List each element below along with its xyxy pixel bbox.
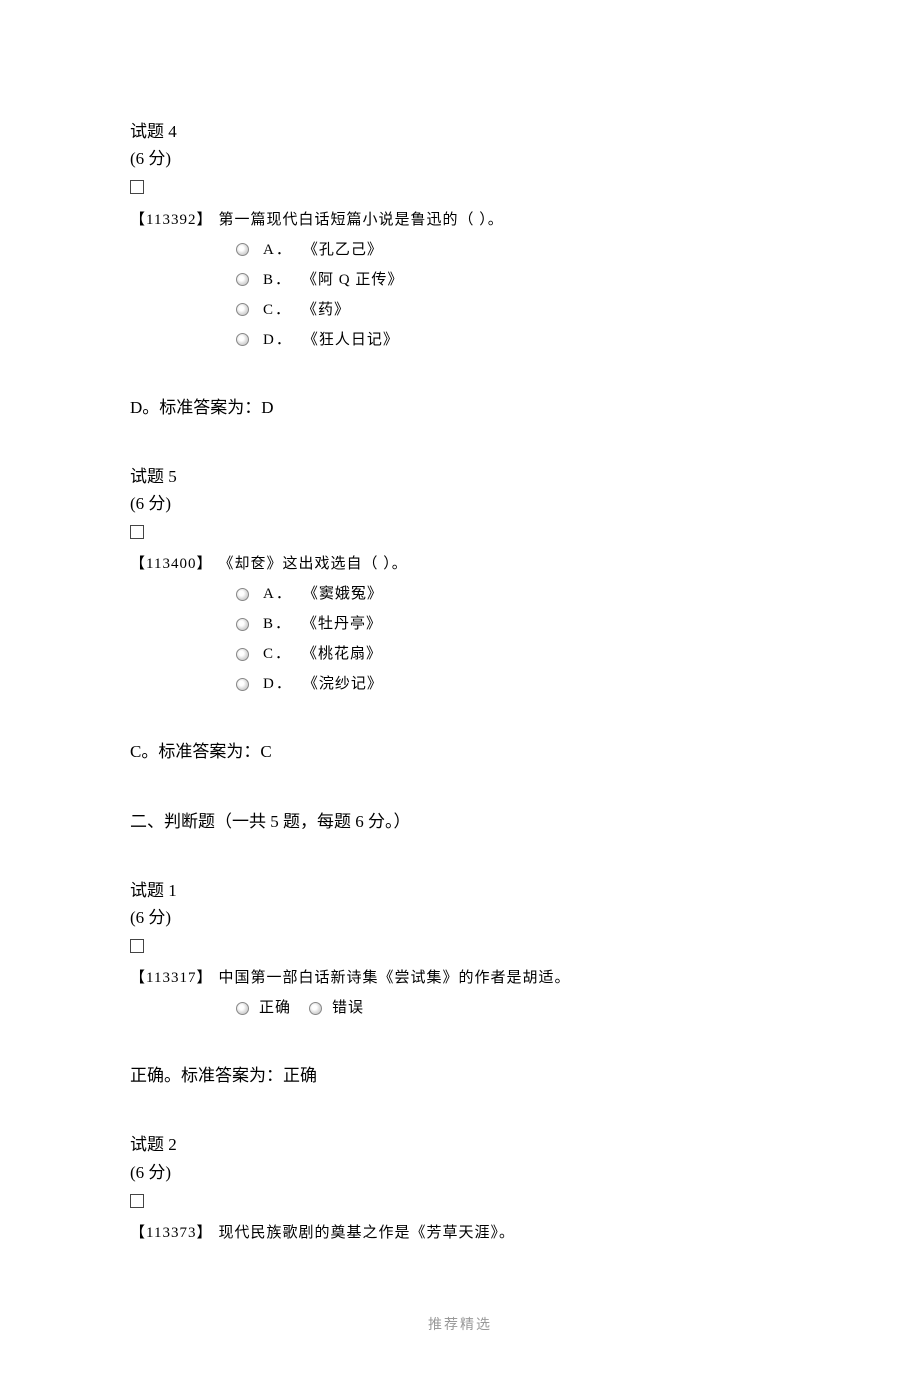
option-letter: D． xyxy=(263,328,293,352)
question-score: (6 分) xyxy=(130,490,790,517)
radio-icon[interactable] xyxy=(236,648,249,661)
option-text: 《窦娥冤》 xyxy=(303,582,383,606)
radio-icon[interactable] xyxy=(236,333,249,346)
question-text: 《却奁》这出戏选自（ ）。 xyxy=(218,552,407,576)
question-checkbox[interactable] xyxy=(130,180,144,194)
option-text: 《牡丹亭》 xyxy=(302,612,382,636)
radio-icon[interactable] xyxy=(309,1002,322,1015)
question-id: 【113373】 xyxy=(130,1221,212,1245)
option-text: 《药》 xyxy=(302,298,350,322)
question-label: 试题 1 xyxy=(130,877,790,904)
answer-line: C。标准答案为：C xyxy=(130,738,790,765)
radio-icon[interactable] xyxy=(236,273,249,286)
option-row: B． 《阿 Q 正传》 xyxy=(236,268,790,292)
question-text: 现代民族歌剧的奠基之作是《芳草天涯》。 xyxy=(218,1221,515,1245)
question-checkbox[interactable] xyxy=(130,525,144,539)
option-row: D． 《狂人日记》 xyxy=(236,328,790,352)
radio-icon[interactable] xyxy=(236,618,249,631)
radio-icon[interactable] xyxy=(236,243,249,256)
option-text: 《阿 Q 正传》 xyxy=(302,268,403,292)
question-text: 中国第一部白话新诗集《尝试集》的作者是胡适。 xyxy=(218,966,570,990)
question-id: 【113400】 xyxy=(130,552,212,576)
page-footer: 推荐精选 xyxy=(130,1315,790,1337)
question-id: 【113317】 xyxy=(130,966,212,990)
option-text: 《浣纱记》 xyxy=(303,672,383,696)
option-letter: C． xyxy=(263,298,292,322)
question-score: (6 分) xyxy=(130,904,790,931)
option-row: C． 《桃花扇》 xyxy=(236,642,790,666)
radio-icon[interactable] xyxy=(236,588,249,601)
answer-line: D。标准答案为：D xyxy=(130,394,790,421)
option-letter: A． xyxy=(263,238,293,262)
true-label: 正确 xyxy=(259,996,291,1020)
section-title: 二、判断题（一共 5 题，每题 6 分。） xyxy=(130,808,790,835)
radio-icon[interactable] xyxy=(236,303,249,316)
option-row: B． 《牡丹亭》 xyxy=(236,612,790,636)
page-content: 试题 4 (6 分) 【113392】 第一篇现代白话短篇小说是鲁迅的（ ）。 … xyxy=(0,0,920,1397)
option-text: 《桃花扇》 xyxy=(302,642,382,666)
question-row: 【113317】 中国第一部白话新诗集《尝试集》的作者是胡适。 xyxy=(130,966,790,990)
question-checkbox[interactable] xyxy=(130,1194,144,1208)
option-row: A． 《孔乙己》 xyxy=(236,238,790,262)
question-score: (6 分) xyxy=(130,1159,790,1186)
option-text: 《狂人日记》 xyxy=(303,328,399,352)
option-letter: C． xyxy=(263,642,292,666)
answer-line: 正确。标准答案为：正确 xyxy=(130,1062,790,1089)
question-score: (6 分) xyxy=(130,145,790,172)
option-row: D． 《浣纱记》 xyxy=(236,672,790,696)
question-row: 【113373】 现代民族歌剧的奠基之作是《芳草天涯》。 xyxy=(130,1221,790,1245)
radio-icon[interactable] xyxy=(236,1002,249,1015)
option-letter: B． xyxy=(263,612,292,636)
radio-icon[interactable] xyxy=(236,678,249,691)
question-row: 【113392】 第一篇现代白话短篇小说是鲁迅的（ ）。 xyxy=(130,208,790,232)
option-letter: A． xyxy=(263,582,293,606)
option-row: A． 《窦娥冤》 xyxy=(236,582,790,606)
question-text: 第一篇现代白话短篇小说是鲁迅的（ ）。 xyxy=(218,208,503,232)
option-text: 《孔乙己》 xyxy=(303,238,383,262)
option-letter: D． xyxy=(263,672,293,696)
question-label: 试题 4 xyxy=(130,118,790,145)
false-label: 错误 xyxy=(332,996,364,1020)
question-row: 【113400】 《却奁》这出戏选自（ ）。 xyxy=(130,552,790,576)
question-checkbox[interactable] xyxy=(130,939,144,953)
option-letter: B． xyxy=(263,268,292,292)
question-label: 试题 2 xyxy=(130,1131,790,1158)
question-label: 试题 5 xyxy=(130,463,790,490)
true-false-row: 正确 错误 xyxy=(236,996,790,1020)
question-id: 【113392】 xyxy=(130,208,212,232)
option-row: C． 《药》 xyxy=(236,298,790,322)
